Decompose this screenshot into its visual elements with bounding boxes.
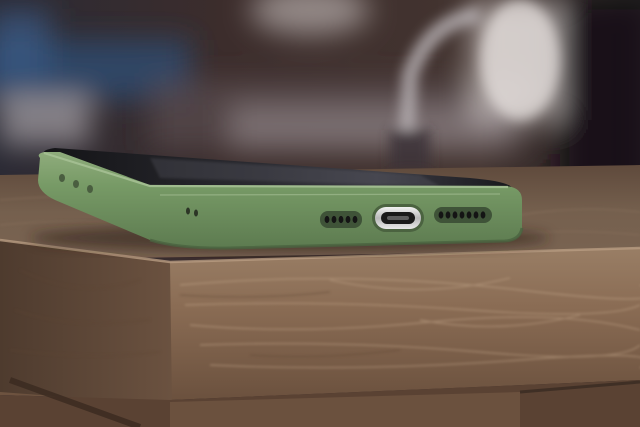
speaker-grille-left	[320, 211, 362, 228]
photo-scene	[0, 0, 640, 427]
photo-canvas	[0, 0, 640, 427]
speaker-grille-right	[434, 207, 492, 223]
usb-c-port	[372, 204, 424, 232]
